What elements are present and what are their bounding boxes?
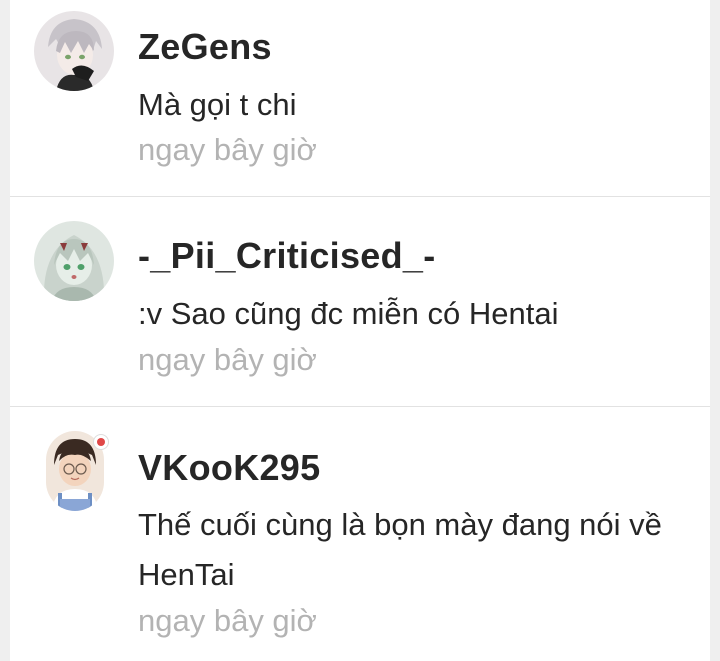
comment-item: VKooK295 Thế cuối cùng là bọn mày đang n… bbox=[10, 407, 710, 661]
comment-timestamp: ngay bây giờ bbox=[138, 132, 317, 167]
avatar[interactable] bbox=[34, 11, 114, 91]
avatar[interactable] bbox=[34, 221, 114, 301]
comment-username[interactable]: VKooK295 bbox=[138, 447, 320, 489]
comment-message: :v Sao cũng đc miễn có Hentai bbox=[138, 296, 559, 331]
comment-item: ZeGens Mà gọi t chi ngay bây giờ bbox=[10, 0, 710, 196]
comment-message: Thế cuối cùng là bọn mày đang nói về Hen… bbox=[138, 507, 662, 592]
heart-badge-icon bbox=[93, 434, 109, 450]
comment-timestamp: ngay bây giờ bbox=[138, 342, 317, 377]
comment-username[interactable]: -_Pii_Criticised_- bbox=[138, 235, 436, 277]
anime-character-avatar-icon bbox=[34, 11, 114, 91]
comment-list: ZeGens Mà gọi t chi ngay bây giờ -_Pii_C… bbox=[10, 0, 710, 661]
comment-username[interactable]: ZeGens bbox=[138, 26, 272, 68]
comment-message: Mà gọi t chi bbox=[138, 87, 297, 122]
anime-girl-avatar-icon bbox=[34, 221, 114, 301]
comment-timestamp: ngay bây giờ bbox=[138, 603, 317, 638]
comment-item: -_Pii_Criticised_- :v Sao cũng đc miễn c… bbox=[10, 197, 710, 406]
